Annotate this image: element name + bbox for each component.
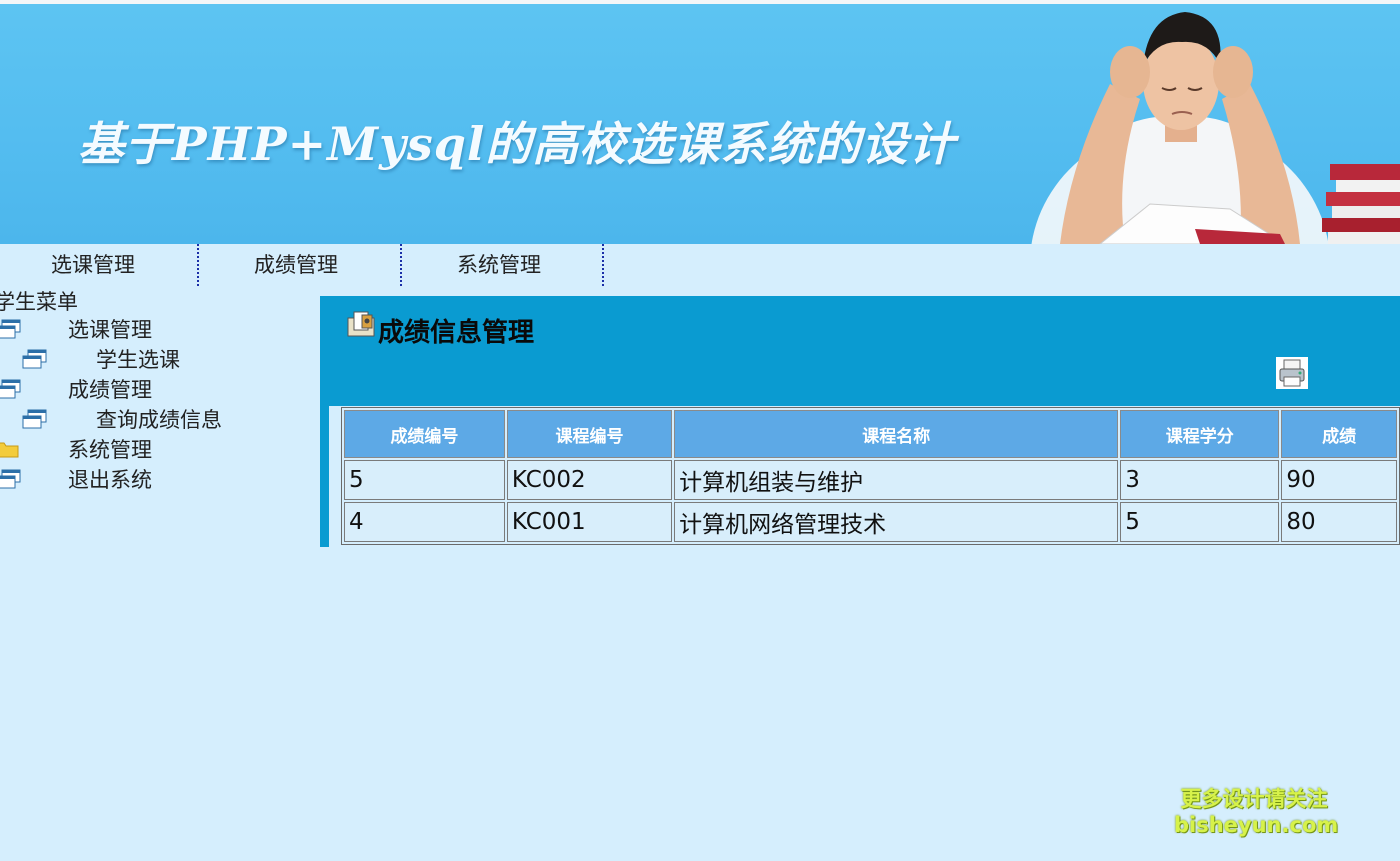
- window-icon: [0, 469, 21, 489]
- watermark-line2: bisheyun.com: [1174, 813, 1339, 837]
- window-icon: [22, 409, 47, 429]
- table-row: 5 KC002 计算机组装与维护 3 90: [344, 460, 1397, 500]
- sidebar-item-system-management[interactable]: 系统管理: [0, 436, 200, 464]
- watermark: 更多设计请关注 bisheyun.com: [1174, 786, 1339, 838]
- nav-grade-management[interactable]: 成绩管理: [197, 244, 395, 286]
- cell-grade-id: 4: [344, 502, 505, 542]
- cell-course-credit: 5: [1120, 502, 1280, 542]
- sidebar-item-label: 选课管理: [68, 318, 152, 342]
- top-nav: 选课管理 成绩管理 系统管理: [0, 244, 610, 288]
- col-header-course-credit: 课程学分: [1120, 410, 1280, 458]
- cell-course-name: 计算机组装与维护: [674, 460, 1119, 500]
- sidebar-item-label: 系统管理: [68, 438, 152, 462]
- nav-separator: [602, 244, 604, 286]
- folder-icon: [0, 442, 19, 458]
- nav-system-management[interactable]: 系统管理: [400, 244, 598, 286]
- window-icon: [0, 379, 21, 399]
- sidebar-item-logout[interactable]: 退出系统: [0, 466, 200, 494]
- window-icon: [22, 349, 47, 369]
- grades-table: 成绩编号 课程编号 课程名称 课程学分 成绩 5 KC002 计算机组装与维护 …: [341, 407, 1400, 545]
- col-header-course-name: 课程名称: [674, 410, 1119, 458]
- header-banner: 基于PHP+Mysql的高校选课系统的设计: [0, 4, 1400, 244]
- table-header-row: 成绩编号 课程编号 课程名称 课程学分 成绩: [344, 410, 1397, 458]
- window-icon: [0, 319, 21, 339]
- sidebar-item-query-grades[interactable]: 查询成绩信息: [0, 406, 240, 434]
- table-row: 4 KC001 计算机网络管理技术 5 80: [344, 502, 1397, 542]
- cell-course-credit: 3: [1120, 460, 1280, 500]
- sidebar-item-label: 学生选课: [96, 348, 180, 372]
- col-header-grade: 成绩: [1281, 410, 1397, 458]
- cell-course-id: KC002: [506, 460, 673, 500]
- sidebar-item-grade-management[interactable]: 成绩管理: [0, 376, 200, 404]
- cell-grade: 80: [1281, 502, 1397, 542]
- cell-course-name: 计算机网络管理技术: [674, 502, 1119, 542]
- cell-course-id: KC001: [506, 502, 673, 542]
- cell-grade-id: 5: [344, 460, 505, 500]
- sidebar-item-student-course-selection[interactable]: 学生选课: [0, 346, 200, 374]
- sidebar-item-label: 查询成绩信息: [96, 408, 222, 432]
- student-photo: [1031, 12, 1400, 244]
- panel-title: 成绩信息管理: [378, 318, 535, 348]
- cell-grade: 90: [1281, 460, 1397, 500]
- nav-course-selection[interactable]: 选课管理: [0, 244, 192, 286]
- col-header-course-id: 课程编号: [506, 410, 673, 458]
- sidebar-item-course-selection[interactable]: 选课管理: [0, 316, 200, 344]
- watermark-line1: 更多设计请关注: [1180, 787, 1328, 811]
- sidebar-item-label: 成绩管理: [68, 378, 152, 402]
- col-header-grade-id: 成绩编号: [344, 410, 505, 458]
- sidebar-title: 学生菜单: [0, 290, 78, 314]
- printer-icon[interactable]: [1276, 357, 1308, 389]
- sidebar-item-label: 退出系统: [68, 468, 152, 492]
- folder-document-icon: [347, 311, 375, 337]
- banner-title: 基于PHP+Mysql的高校选课系统的设计: [78, 117, 956, 171]
